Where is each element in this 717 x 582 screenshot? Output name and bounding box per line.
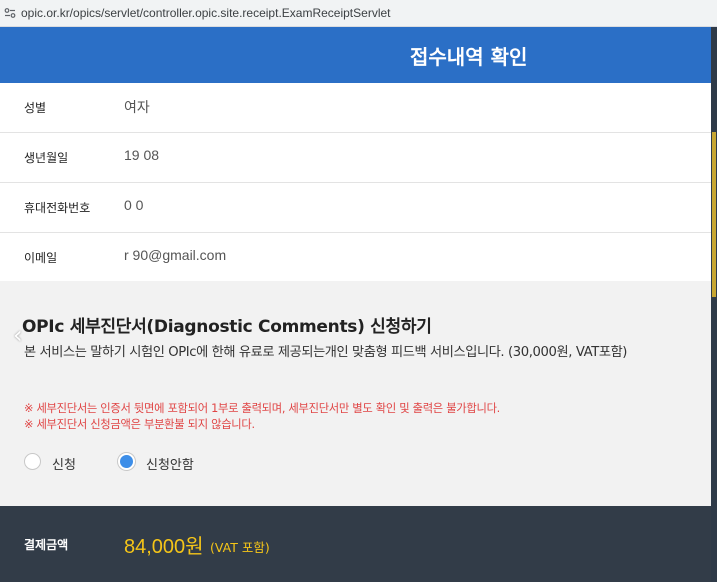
- gender-value: 여자: [124, 99, 150, 115]
- side-panel-accent: [712, 132, 716, 297]
- info-row-email: 이메일 r 90@gmail.com: [0, 233, 711, 283]
- diagnostic-description: 본 서비스는 말하기 시험인 OPIc에 한해 유료로 제공되는개인 맞춤형 피…: [24, 345, 628, 360]
- payment-bar: 결제금액 84,000원 (VAT 포함): [0, 506, 711, 582]
- notice-line: ※ 세부진단서는 인증서 뒷면에 포함되어 1부로 출력되며, 세부진단서만 별…: [24, 402, 500, 415]
- browser-address-bar[interactable]: opic.or.kr/opics/servlet/controller.opic…: [0, 0, 717, 27]
- option-apply[interactable]: 신청: [24, 453, 94, 473]
- site-settings-icon[interactable]: [4, 7, 16, 19]
- payment-label: 결제금액: [24, 538, 69, 552]
- email-label: 이메일: [24, 251, 58, 265]
- email-value: r 90@gmail.com: [124, 247, 227, 263]
- side-panel-edge: [711, 27, 717, 582]
- gender-label: 성별: [24, 101, 47, 115]
- option-no-apply-label[interactable]: 신청안함: [146, 454, 194, 473]
- birthdate-value: 19 08: [124, 147, 160, 163]
- option-no-apply[interactable]: 신청안함: [118, 453, 218, 473]
- page-title: 접수내역 확인: [410, 45, 528, 69]
- phone-label: 휴대전화번호: [24, 201, 91, 215]
- diagnostic-comments-section: OPIc 세부진단서(Diagnostic Comments) 신청하기 본 서…: [0, 281, 711, 506]
- info-row-gender: 성별 여자: [0, 83, 711, 133]
- url-text[interactable]: opic.or.kr/opics/servlet/controller.opic…: [21, 6, 391, 20]
- birthdate-label: 생년월일: [24, 151, 69, 165]
- notice-line: ※ 세부진단서 신청금액은 부분환불 되지 않습니다.: [24, 418, 255, 431]
- radio-apply[interactable]: [24, 453, 41, 470]
- chevron-left-icon[interactable]: ‹: [13, 321, 23, 349]
- radio-no-apply[interactable]: [118, 453, 135, 470]
- payment-amount: 84,000원: [124, 536, 204, 558]
- page-header: 접수내역 확인: [0, 27, 711, 83]
- option-apply-label[interactable]: 신청: [52, 454, 76, 473]
- info-row-birthdate: 생년월일 19 08: [0, 133, 711, 183]
- phone-value: 0 0: [124, 197, 144, 213]
- diagnostic-notices: ※ 세부진단서는 인증서 뒷면에 포함되어 1부로 출력되며, 세부진단서만 별…: [24, 401, 500, 433]
- diagnostic-title: OPIc 세부진단서(Diagnostic Comments) 신청하기: [22, 317, 432, 337]
- payment-vat-note: (VAT 포함): [210, 540, 270, 555]
- info-row-phone: 휴대전화번호 0 0: [0, 183, 711, 233]
- receipt-info-table: 성별 여자 생년월일 19 08 휴대전화번호 0 0 이메일 r 90@gma…: [0, 83, 711, 283]
